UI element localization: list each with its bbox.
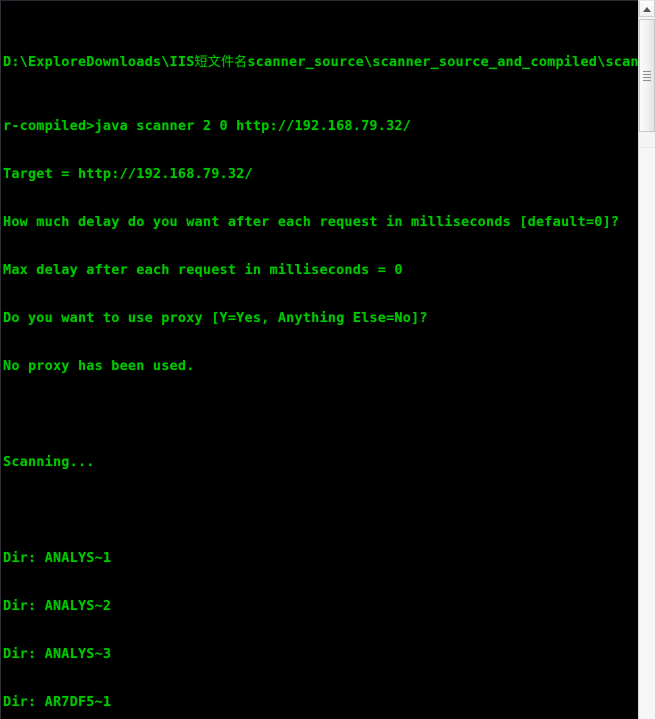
console-line: How much delay do you want after each re…	[3, 214, 620, 230]
console-app: D:\ExploreDownloads\IIS短文件名scanner_sourc…	[0, 0, 655, 719]
console-line-entry: Dir: ANALYS~3	[3, 646, 112, 662]
prompt-path-suffix: scanner_source\scanner_source_and_compil…	[247, 54, 638, 70]
console-line: r-compiled>java scanner 2 0 http://192.1…	[3, 118, 412, 134]
scrollbar-thumb[interactable]	[639, 19, 655, 132]
console-line-entry: Dir: ANALYS~2	[3, 598, 112, 614]
console-line: Target = http://192.168.79.32/	[3, 166, 253, 182]
console-output-text[interactable]: D:\ExploreDownloads\IIS短文件名scanner_sourc…	[3, 6, 638, 719]
console-window[interactable]: D:\ExploreDownloads\IIS短文件名scanner_sourc…	[0, 0, 638, 719]
prompt-path-prefix: D:\ExploreDownloads\IIS	[3, 54, 195, 70]
scrollbar-track[interactable]	[639, 17, 655, 719]
console-line: Do you want to use proxy [Y=Yes, Anythin…	[3, 310, 428, 326]
console-line-status: Scanning...	[3, 454, 95, 470]
grip-lines-icon	[643, 70, 651, 81]
console-line-entry: Dir: ANALYS~1	[3, 550, 112, 566]
console-line: No proxy has been used.	[3, 358, 195, 374]
triangle-up-icon	[643, 7, 651, 12]
console-line: Max delay after each request in millisec…	[3, 262, 403, 278]
vertical-scrollbar[interactable]	[638, 0, 655, 719]
scroll-up-button[interactable]	[639, 0, 655, 17]
scrollbar-track-lower[interactable]	[639, 147, 655, 719]
prompt-path-cjk: 短文件名	[194, 55, 248, 70]
console-line-entry: Dir: AR7DF5~1	[3, 694, 112, 710]
console-line-prompt-path: D:\ExploreDownloads\IIS短文件名scanner_sourc…	[3, 54, 638, 70]
